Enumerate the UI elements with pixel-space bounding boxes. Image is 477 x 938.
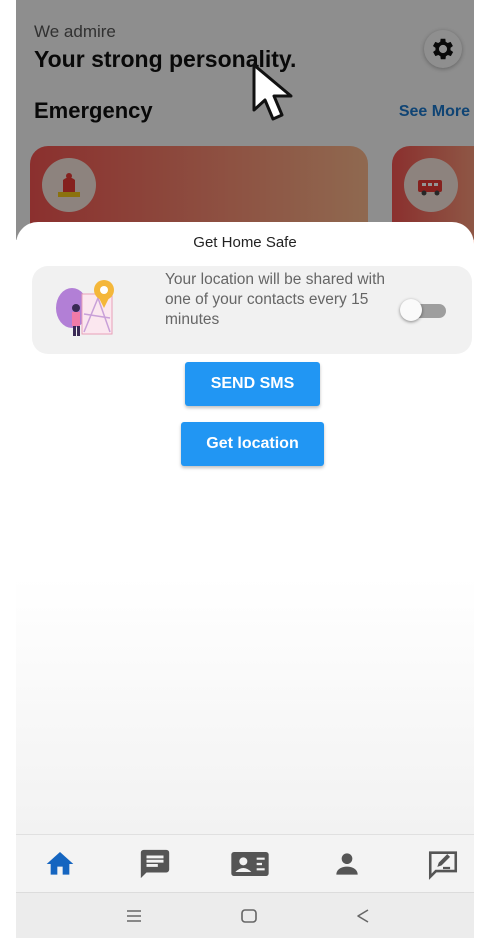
nav-feedback[interactable] [420,841,466,887]
system-menu-button[interactable] [120,903,148,929]
nav-profile[interactable] [324,841,370,887]
background-home: We admire Your strong personality. Emerg… [16,0,474,256]
location-share-description: Your location will be shared with one of… [165,271,385,328]
back-triangle-icon [357,909,369,923]
screen: We admire Your strong personality. Emerg… [16,0,474,938]
system-home-button[interactable] [235,903,263,929]
home-square-icon [241,909,257,923]
system-back-button[interactable] [349,903,377,929]
nav-home[interactable] [37,841,83,887]
chat-icon [140,849,170,879]
sheet-title: Get Home Safe [193,234,297,251]
bottom-navigation [16,834,474,893]
system-navigation-bar [16,892,474,938]
mouse-cursor-icon [252,63,293,121]
get-home-safe-sheet: Get Home Safe Your location will be shar… [16,222,474,834]
send-sms-button[interactable]: SEND SMS [185,362,320,406]
location-share-illustration-icon [56,280,114,336]
menu-icon [127,910,141,922]
nav-contacts[interactable] [227,841,273,887]
share-location-toggle[interactable] [400,299,450,321]
dim-overlay[interactable] [16,0,474,240]
location-share-card: Your location will be shared with one of… [32,266,472,354]
toggle-thumb [400,299,422,321]
get-location-button[interactable]: Get location [181,422,324,466]
contacts-icon [231,852,269,876]
nav-chat[interactable] [132,841,178,887]
feedback-icon [428,851,458,880]
profile-icon [336,853,358,875]
home-icon [46,852,74,875]
